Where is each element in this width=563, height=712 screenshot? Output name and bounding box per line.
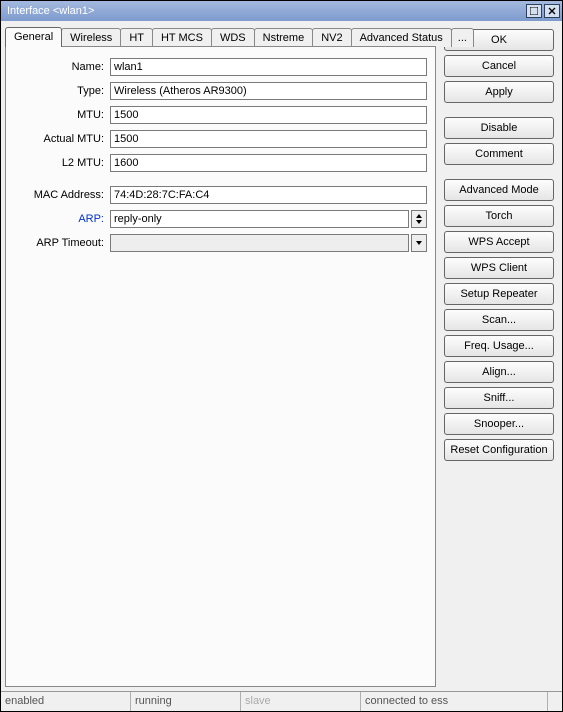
input-mac[interactable] [110,186,427,204]
status-running: running [131,692,241,711]
tab-more[interactable]: ... [451,28,474,47]
tab-advanced-status[interactable]: Advanced Status [351,28,452,47]
tab-wds[interactable]: WDS [211,28,255,47]
left-pane: General Wireless HT HT MCS WDS Nstreme N… [1,21,440,691]
wps-accept-button[interactable]: WPS Accept [444,231,554,253]
input-mtu[interactable] [110,106,427,124]
input-arp[interactable] [110,210,409,228]
status-enabled: enabled [1,692,131,711]
comment-button[interactable]: Comment [444,143,554,165]
row-arp: ARP: [14,209,427,229]
tab-ht[interactable]: HT [120,28,153,47]
minimize-icon [530,7,538,15]
label-name: Name: [14,61,110,73]
label-arp[interactable]: ARP: [14,213,110,225]
tab-general[interactable]: General [5,27,62,47]
input-actual-mtu [110,130,427,148]
updown-icon [415,213,423,225]
status-connection: connected to ess [361,692,548,711]
row-actual-mtu: Actual MTU: [14,129,427,149]
statusbar: enabled running slave connected to ess [1,691,562,711]
torch-button[interactable]: Torch [444,205,554,227]
tab-wireless[interactable]: Wireless [61,28,121,47]
titlebar: Interface <wlan1> [1,1,562,21]
row-arp-timeout: ARP Timeout: [14,233,427,253]
client-area: General Wireless HT HT MCS WDS Nstreme N… [1,21,562,711]
snooper-button[interactable]: Snooper... [444,413,554,435]
disable-button[interactable]: Disable [444,117,554,139]
tab-nstreme[interactable]: Nstreme [254,28,314,47]
apply-button[interactable]: Apply [444,81,554,103]
row-type: Type: [14,81,427,101]
label-mac: MAC Address: [14,189,110,201]
wps-client-button[interactable]: WPS Client [444,257,554,279]
label-mtu: MTU: [14,109,110,121]
input-name[interactable] [110,58,427,76]
align-button[interactable]: Align... [444,361,554,383]
row-mac: MAC Address: [14,185,427,205]
upper-area: General Wireless HT HT MCS WDS Nstreme N… [1,21,562,691]
right-pane: OK Cancel Apply Disable Comment Advanced… [440,21,562,691]
tab-nv2[interactable]: NV2 [312,28,351,47]
row-l2-mtu: L2 MTU: [14,153,427,173]
close-icon [548,7,556,15]
sniff-button[interactable]: Sniff... [444,387,554,409]
status-slave: slave [241,692,361,711]
input-type [110,82,427,100]
chevron-down-icon [415,239,423,247]
close-button[interactable] [544,4,560,18]
tabpage-general: Name: Type: MTU: [5,46,436,687]
label-l2-mtu: L2 MTU: [14,157,110,169]
cancel-button[interactable]: Cancel [444,55,554,77]
label-actual-mtu: Actual MTU: [14,133,110,145]
status-spacer [548,692,562,711]
window-title: Interface <wlan1> [7,5,524,17]
window-frame: Interface <wlan1> General Wireless HT HT… [0,0,563,712]
row-mtu: MTU: [14,105,427,125]
scan-button[interactable]: Scan... [444,309,554,331]
label-arp-timeout: ARP Timeout: [14,237,110,249]
tab-strip: General Wireless HT HT MCS WDS Nstreme N… [5,25,436,47]
row-name: Name: [14,57,427,77]
setup-repeater-button[interactable]: Setup Repeater [444,283,554,305]
freq-usage-button[interactable]: Freq. Usage... [444,335,554,357]
minimize-button[interactable] [526,4,542,18]
tab-ht-mcs[interactable]: HT MCS [152,28,212,47]
advanced-mode-button[interactable]: Advanced Mode [444,179,554,201]
arp-dropdown-button[interactable] [411,210,427,228]
arp-timeout-expand-button[interactable] [411,234,427,252]
input-l2-mtu[interactable] [110,154,427,172]
reset-config-button[interactable]: Reset Configuration [444,439,554,461]
input-arp-timeout[interactable] [110,234,409,252]
label-type: Type: [14,85,110,97]
